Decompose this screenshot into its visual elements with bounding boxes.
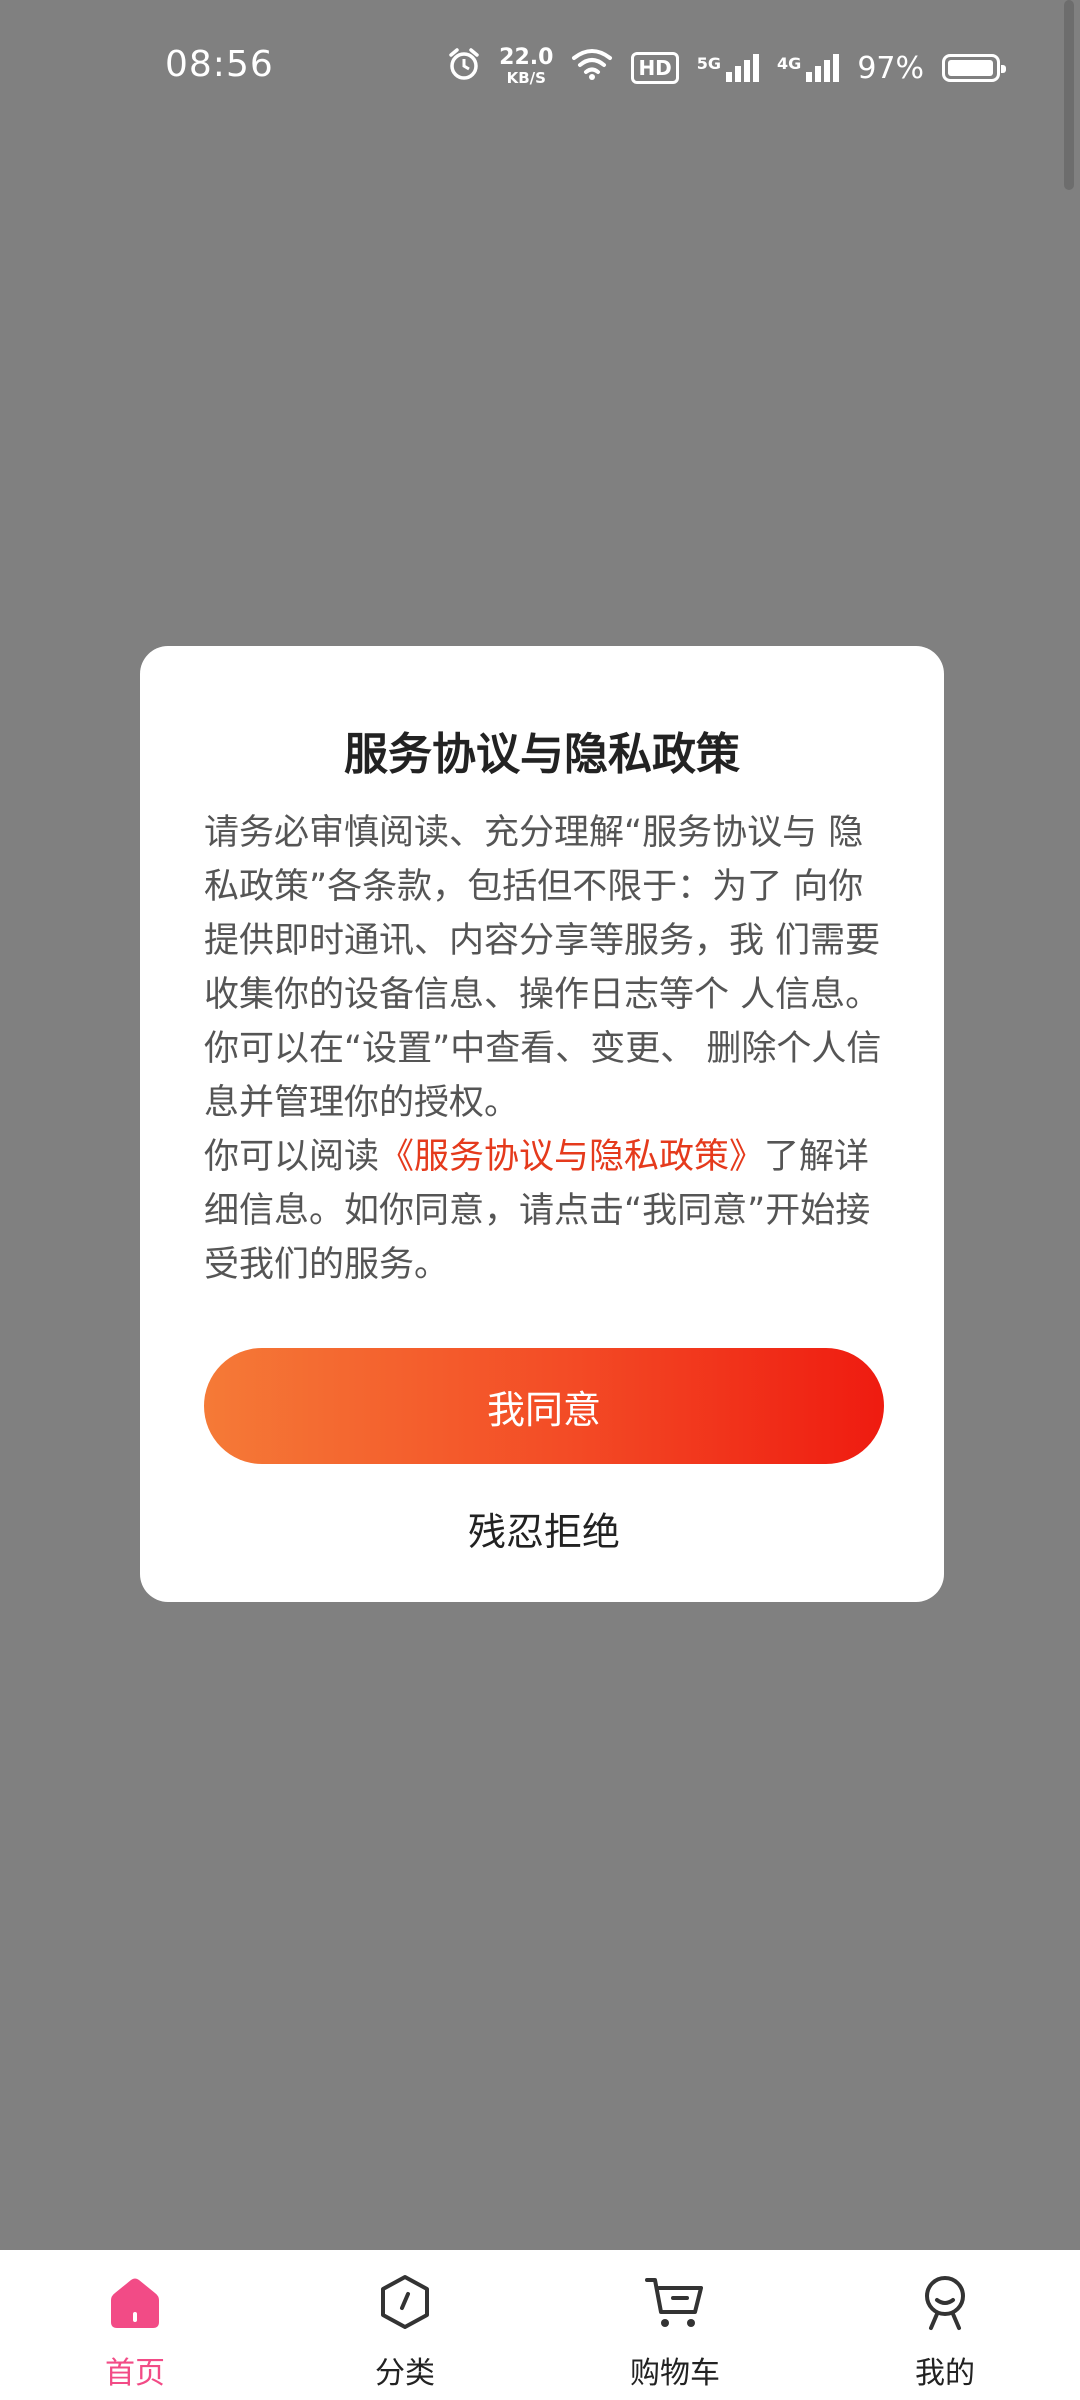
signal-icon-2: 4G — [777, 54, 840, 82]
policy-link[interactable]: 《服务协议与隐私政策》 — [379, 1137, 764, 1177]
sim1-label: 5G — [696, 54, 722, 73]
battery-icon — [942, 54, 1006, 82]
status-bar: 08:56 22.0 KB/S HD 5G 4G 97% — [0, 0, 1080, 140]
battery-percent: 97% — [857, 50, 924, 86]
signal-icon: 5G — [696, 54, 760, 82]
wifi-icon — [571, 48, 613, 88]
dialog-paragraph-1: 请务必审慎阅读、充分理解“服务协议与 隐私政策”各条款，包括但不限于：为了 向你… — [204, 813, 882, 1123]
dialog-body: 请务必审慎阅读、充分理解“服务协议与 隐私政策”各条款，包括但不限于：为了 向你… — [204, 806, 884, 1292]
category-icon — [373, 2270, 437, 2334]
sim2-label: 4G — [777, 54, 802, 73]
dialog-title: 服务协议与隐私政策 — [344, 729, 740, 780]
net-speed: 22.0 KB/S — [499, 45, 554, 88]
nav-item-category[interactable]: 分类 — [270, 2250, 540, 2400]
bottom-nav: 首页 分类 购物车 我的 — [0, 2250, 1080, 2400]
nav-item-home[interactable]: 首页 — [0, 2250, 270, 2400]
battery-fill — [948, 60, 993, 76]
reject-button[interactable]: 残忍拒绝 — [204, 1488, 884, 1568]
hd-badge: HD — [631, 52, 679, 84]
net-speed-value: 22.0 — [499, 45, 554, 70]
net-speed-unit: KB/S — [506, 69, 546, 87]
alarm-icon — [447, 47, 481, 89]
status-icons: 22.0 KB/S HD 5G 4G 97% — [447, 44, 1006, 92]
nav-item-cart[interactable]: 购物车 — [540, 2250, 810, 2400]
cart-icon — [643, 2270, 707, 2334]
nav-label-cart: 购物车 — [630, 2356, 720, 2391]
nav-label-home: 首页 — [105, 2356, 165, 2391]
privacy-dialog: 服务协议与隐私政策 请务必审慎阅读、充分理解“服务协议与 隐私政策”各条款，包括… — [140, 646, 944, 1602]
nav-label-category: 分类 — [375, 2356, 435, 2391]
nav-label-profile: 我的 — [915, 2356, 975, 2391]
dialog-paragraph-2: 你可以阅读《服务协议与隐私政策》了解详细信息。如你同意，请点击“我同意”开始接受… — [204, 1130, 884, 1292]
profile-icon — [913, 2270, 977, 2334]
scrollbar[interactable] — [1064, 0, 1074, 190]
nav-item-profile[interactable]: 我的 — [810, 2250, 1080, 2400]
paragraph-2-prefix: 你可以阅读 — [204, 1137, 380, 1177]
status-time: 08:56 — [165, 44, 274, 85]
agree-button[interactable]: 我同意 — [204, 1348, 884, 1464]
home-icon — [103, 2270, 167, 2334]
